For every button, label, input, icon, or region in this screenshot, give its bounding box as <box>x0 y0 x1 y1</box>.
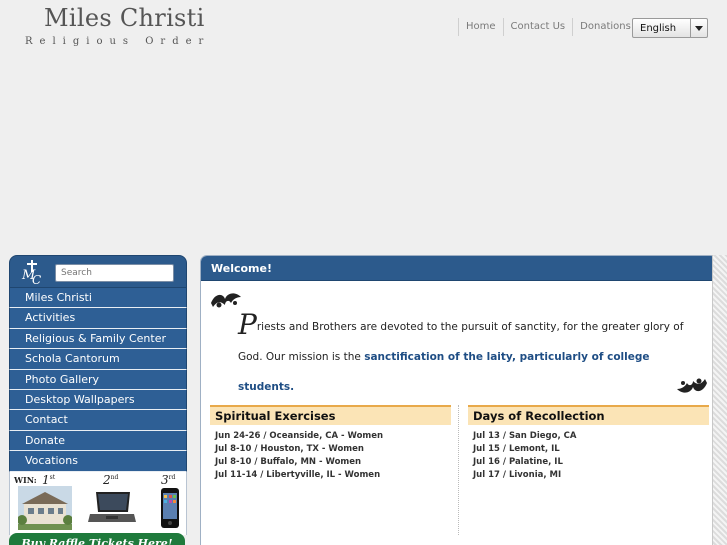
spiritual-exercises-title: Spiritual Exercises <box>210 405 451 425</box>
language-select[interactable]: English <box>632 18 708 38</box>
promo-third-place: 3rd <box>161 472 176 487</box>
spiritual-exercises-list: Jun 24-26 / Oceanside, CA - Women Jul 8-… <box>210 425 451 482</box>
raffle-promo-banner[interactable]: WIN: 1st 2nd 3rd <box>9 471 187 535</box>
sidebar: MC Miles Christi Activities Religious & … <box>9 255 187 545</box>
sidebar-menu: Miles Christi Activities Religious & Fam… <box>9 288 187 472</box>
list-item[interactable]: Jul 16 / Palatine, IL <box>473 456 709 469</box>
welcome-intro: Priests and Brothers are devoted to the … <box>238 311 708 402</box>
search-input[interactable] <box>55 264 174 282</box>
ornament-bottom-icon <box>677 378 707 393</box>
sidebar-item-schola-cantorum[interactable]: Schola Cantorum <box>9 349 187 370</box>
days-of-recollection-title: Days of Recollection <box>468 405 709 425</box>
sidebar-item-photo-gallery[interactable]: Photo Gallery <box>9 369 187 390</box>
promo-second-place: 2nd <box>103 472 119 487</box>
house-prize-image <box>18 485 72 530</box>
spiritual-exercises-section: Spiritual Exercises Jun 24-26 / Oceansid… <box>210 405 451 482</box>
sidebar-item-donate[interactable]: Donate <box>9 430 187 452</box>
sidebar-item-activities[interactable]: Activities <box>9 308 187 329</box>
nav-home-link[interactable]: Home <box>458 18 503 36</box>
buy-raffle-tickets-button[interactable]: Buy Raffle Tickets Here! <box>9 533 185 545</box>
list-item[interactable]: Jul 17 / Livonia, MI <box>473 469 709 482</box>
sidebar-header: MC <box>9 255 187 288</box>
list-item[interactable]: Jun 24-26 / Oceanside, CA - Women <box>215 430 451 443</box>
nav-donations-link[interactable]: Donations <box>572 18 639 36</box>
intro-dropcap: P <box>238 308 257 341</box>
logo-title[interactable]: Miles Christi <box>44 4 205 32</box>
promo-win-label: WIN: <box>14 474 37 485</box>
welcome-panel: Welcome! Priests and Brothers are devote… <box>200 255 718 545</box>
list-item[interactable]: Jul 8-10 / Buffalo, MN - Women <box>215 456 451 469</box>
list-item[interactable]: Jul 11-14 / Libertyville, IL - Women <box>215 469 451 482</box>
list-item[interactable]: Jul 8-10 / Houston, TX - Women <box>215 443 451 456</box>
days-of-recollection-list: Jul 13 / San Diego, CA Jul 15 / Lemont, … <box>468 425 709 482</box>
sidebar-item-desktop-wallpapers[interactable]: Desktop Wallpapers <box>9 389 187 411</box>
welcome-title: Welcome! <box>201 256 717 281</box>
nav-contact-us-link[interactable]: Contact Us <box>502 18 573 36</box>
mc-logo-icon: MC <box>22 260 46 287</box>
sidebar-item-religious-family-center[interactable]: Religious & Family Center <box>9 328 187 350</box>
sidebar-item-miles-christi[interactable]: Miles Christi <box>9 288 187 309</box>
list-item[interactable]: Jul 13 / San Diego, CA <box>473 430 709 443</box>
column-divider <box>458 405 459 535</box>
sidebar-item-vocations[interactable]: Vocations <box>9 451 187 472</box>
top-nav: Home Contact Us Donations <box>458 17 639 37</box>
sidebar-item-contact[interactable]: Contact <box>9 410 187 431</box>
list-item[interactable]: Jul 15 / Lemont, IL <box>473 443 709 456</box>
promo-first-place: 1st <box>42 472 56 487</box>
dropdown-arrow-icon[interactable] <box>690 19 707 37</box>
page: Miles Christi Religious Order Home Conta… <box>0 0 727 545</box>
scrollbar-strip[interactable] <box>712 255 727 545</box>
laptop-prize-image <box>88 491 136 522</box>
language-value: English <box>640 22 677 34</box>
days-of-recollection-section: Days of Recollection Jul 13 / San Diego,… <box>468 405 709 482</box>
logo-subtitle: Religious Order <box>25 36 211 47</box>
phone-prize-image <box>161 487 179 528</box>
